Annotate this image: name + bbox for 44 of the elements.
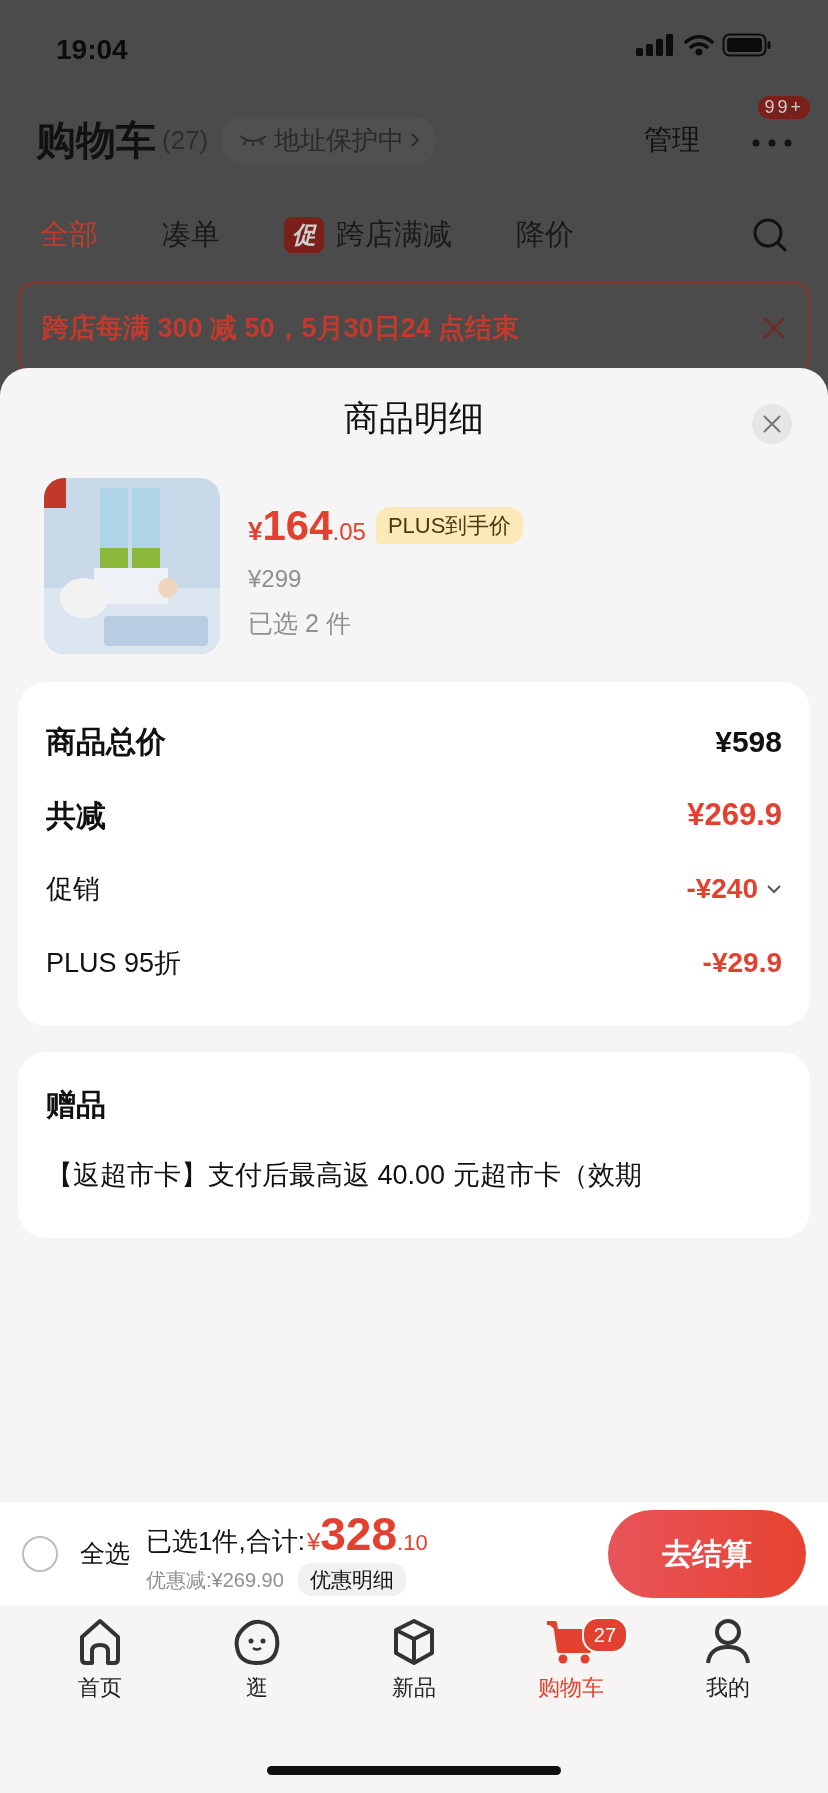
- summary-value: ¥269.9: [687, 795, 782, 834]
- checkout-button[interactable]: 去结算: [608, 1509, 806, 1598]
- price: ¥164.05: [248, 501, 366, 551]
- summary-value: -¥240: [686, 872, 758, 906]
- summary-label: PLUS 95折: [46, 946, 182, 980]
- summary-label: 共减: [46, 797, 106, 834]
- search-icon[interactable]: [752, 217, 788, 253]
- promo-tag: 促: [284, 217, 324, 253]
- gifts-title: 赠品: [46, 1087, 107, 1123]
- gift-description: 【返超市卡】支付后最高返 40.00 元超市卡（效期: [46, 1159, 643, 1192]
- summary-label: 促销: [46, 872, 100, 906]
- nav-tab[interactable]: 我的: [672, 1617, 783, 1704]
- discount-amount: 优惠减:¥269.90: [146, 1567, 284, 1593]
- more-icon[interactable]: [752, 138, 792, 147]
- battery-icon: [722, 33, 772, 57]
- eye-closed-icon: [238, 133, 269, 147]
- notification-badge: 99+: [758, 95, 810, 120]
- total-summary: 已选1件,合计:¥328.10: [146, 1510, 428, 1561]
- status-time: 19:04: [56, 33, 128, 67]
- select-all-checkbox[interactable]: [22, 1535, 58, 1572]
- summary-label: 商品总价: [46, 723, 166, 760]
- nav-tab[interactable]: 逛: [202, 1617, 313, 1704]
- close-icon: [763, 415, 781, 433]
- wifi-icon: [684, 34, 714, 56]
- nav-tab[interactable]: 首页: [45, 1617, 156, 1704]
- nav-tab[interactable]: 购物车 27: [515, 1617, 626, 1704]
- chevron-right-icon: [410, 132, 421, 148]
- original-price: ¥299: [248, 564, 303, 594]
- close-button[interactable]: [752, 404, 792, 444]
- summary-value: ¥598: [715, 723, 782, 760]
- page-title: 购物车: [36, 117, 156, 164]
- selected-count: 已选 2 件: [248, 608, 352, 639]
- price-tag: PLUS到手价: [375, 507, 524, 544]
- signal-icon: [636, 34, 676, 56]
- close-icon[interactable]: [762, 316, 786, 340]
- chevron-down-icon[interactable]: [766, 884, 782, 894]
- discount-details-button[interactable]: 优惠明细: [297, 1562, 406, 1597]
- select-all-label: 全选: [80, 1537, 130, 1569]
- nav-tab[interactable]: 新品: [359, 1617, 469, 1704]
- manage-button[interactable]: 管理: [644, 119, 700, 161]
- cart-count-badge: 27: [581, 1617, 629, 1653]
- sheet-title: 商品明细: [344, 396, 484, 439]
- summary-value: -¥29.9: [702, 946, 782, 980]
- promo-banner-text: 跨店每满 300 减 50，5月30日24 点结束: [42, 311, 520, 345]
